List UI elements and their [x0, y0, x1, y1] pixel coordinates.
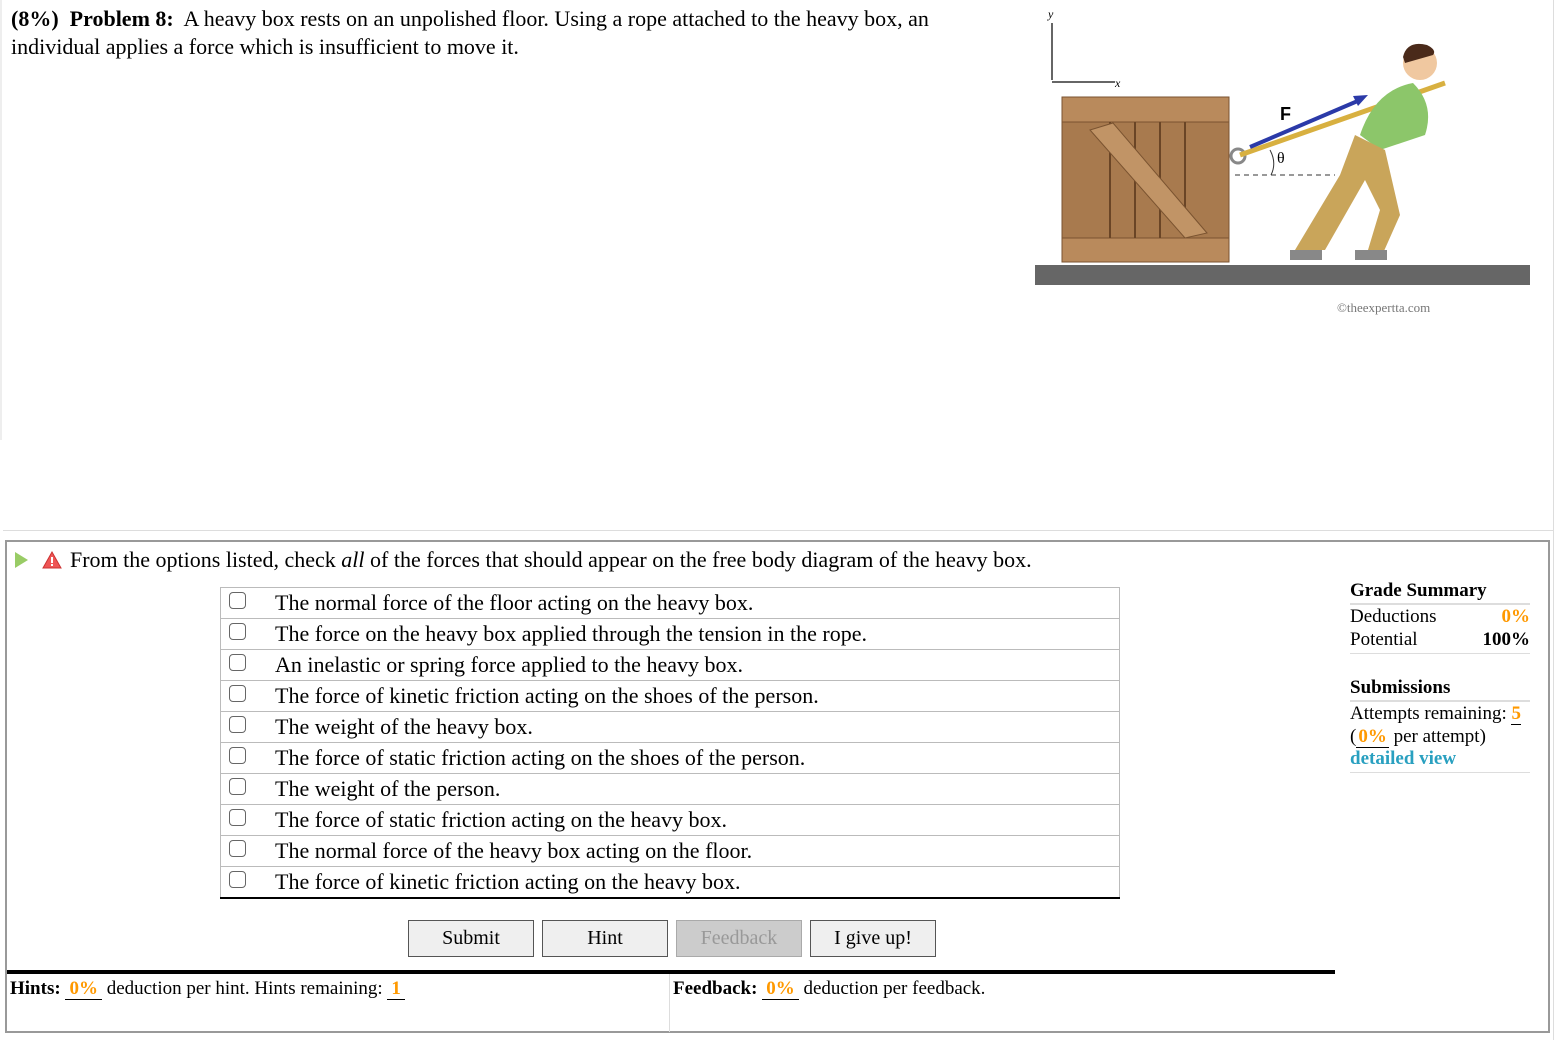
option-label[interactable]: The weight of the person.	[275, 776, 500, 801]
option-label[interactable]: The force on the heavy box applied throu…	[275, 621, 867, 646]
submit-button[interactable]: Submit	[408, 920, 534, 957]
option-label[interactable]: The force of kinetic friction acting on …	[275, 869, 741, 894]
angle-label: θ	[1277, 150, 1285, 167]
hints-info: Hints: 0% deduction per hint. Hints rema…	[7, 974, 670, 1032]
question-panel: From the options listed, check all of th…	[5, 540, 1550, 1033]
grade-summary-title: Grade Summary	[1350, 579, 1530, 605]
deductions-value: 0%	[1501, 606, 1531, 627]
option-row: The force of kinetic friction acting on …	[220, 866, 1120, 899]
attempts-label: Attempts remaining:	[1350, 703, 1507, 724]
divider	[0, 0, 2, 440]
attempts-remaining: 5	[1511, 703, 1521, 725]
wooden-crate	[1061, 96, 1230, 263]
question-text: From the options listed, check	[70, 547, 342, 572]
options-table: The normal force of the floor acting on …	[220, 587, 1120, 899]
option-row: The force of kinetic friction acting on …	[220, 680, 1120, 712]
action-buttons: Submit Hint Feedback I give up!	[408, 920, 936, 957]
option-label[interactable]: The normal force of the floor acting on …	[275, 590, 753, 615]
option-cell: The force of kinetic friction acting on …	[220, 866, 1120, 899]
angle-arc	[1269, 149, 1275, 176]
option-checkbox[interactable]	[229, 623, 246, 641]
option-row: The weight of the person.	[220, 773, 1120, 805]
hints-text: deduction per hint. Hints remaining:	[106, 978, 383, 999]
option-checkbox[interactable]	[229, 654, 246, 672]
potential-value: 100%	[1482, 629, 1531, 650]
divider	[1553, 0, 1554, 1040]
option-cell: The normal force of the heavy box acting…	[220, 835, 1120, 867]
hints-label: Hints:	[10, 978, 61, 999]
question-text-end: of the forces that should appear on the …	[364, 547, 1032, 572]
option-checkbox[interactable]	[229, 809, 246, 827]
option-cell: The force on the heavy box applied throu…	[220, 618, 1120, 650]
force-label: F	[1280, 104, 1291, 124]
option-cell: The force of static friction acting on t…	[220, 742, 1120, 774]
feedback-deduction: 0%	[762, 978, 799, 1000]
option-checkbox[interactable]	[229, 592, 246, 610]
option-row: The normal force of the floor acting on …	[220, 587, 1120, 619]
per-attempt-text: per attempt)	[1393, 726, 1486, 747]
option-checkbox[interactable]	[229, 840, 246, 858]
option-cell: The normal force of the floor acting on …	[220, 587, 1120, 619]
hint-deduction: 0%	[65, 978, 102, 1000]
warning-icon	[42, 551, 62, 569]
option-label[interactable]: The force of kinetic friction acting on …	[275, 683, 819, 708]
problem-figure: y x F θ ©theexpertta.com	[1035, 7, 1530, 315]
floor	[1035, 265, 1530, 285]
option-row: The force on the heavy box applied throu…	[220, 618, 1120, 650]
force-arrow	[1249, 98, 1361, 149]
option-label[interactable]: An inelastic or spring force applied to …	[275, 652, 743, 677]
option-checkbox[interactable]	[229, 716, 246, 734]
submissions-title: Submissions	[1350, 676, 1530, 702]
option-cell: The weight of the heavy box.	[220, 711, 1120, 743]
option-row: An inelastic or spring force applied to …	[220, 649, 1120, 681]
option-row: The weight of the heavy box.	[220, 711, 1120, 743]
option-label[interactable]: The weight of the heavy box.	[275, 714, 533, 739]
expand-arrow-icon[interactable]	[15, 552, 28, 568]
option-label[interactable]: The force of static friction acting on t…	[275, 807, 727, 832]
hints-remaining: 1	[387, 978, 405, 1000]
per-attempt-deduction: 0%	[1356, 726, 1389, 748]
hint-button[interactable]: Hint	[542, 920, 668, 957]
image-credit: ©theexpertta.com	[1337, 300, 1430, 315]
feedback-label: Feedback:	[673, 978, 758, 999]
arrowhead-icon	[1353, 95, 1368, 106]
give-up-button[interactable]: I give up!	[810, 920, 936, 957]
option-row: The force of static friction acting on t…	[220, 804, 1120, 836]
potential-label: Potential	[1350, 629, 1418, 650]
axis-x-label: x	[1114, 76, 1121, 90]
axes: y x	[1047, 7, 1121, 90]
option-checkbox[interactable]	[229, 778, 246, 796]
divider	[3, 530, 1553, 531]
option-cell: The force of static friction acting on t…	[220, 804, 1120, 836]
problem-weight: (8%)	[11, 6, 59, 31]
option-checkbox[interactable]	[229, 871, 246, 889]
person-pulling	[1290, 43, 1437, 260]
option-checkbox[interactable]	[229, 685, 246, 703]
problem-statement: (8%) Problem 8: A heavy box rests on an …	[11, 5, 1011, 61]
problem-label: Problem 8:	[69, 6, 174, 31]
option-cell: The weight of the person.	[220, 773, 1120, 805]
option-cell: An inelastic or spring force applied to …	[220, 649, 1120, 681]
hints-feedback-bar: Hints: 0% deduction per hint. Hints rema…	[7, 970, 1335, 1032]
feedback-info: Feedback: 0% deduction per feedback.	[670, 974, 988, 1032]
feedback-text: deduction per feedback.	[803, 978, 986, 999]
axis-y-label: y	[1047, 7, 1054, 21]
option-label[interactable]: The force of static friction acting on t…	[275, 745, 805, 770]
question-prompt: From the options listed, check all of th…	[15, 547, 1032, 573]
grade-sidebar: Grade Summary Deductions 0% Potential 100%…	[1350, 579, 1530, 773]
option-label[interactable]: The normal force of the heavy box acting…	[275, 838, 752, 863]
feedback-button: Feedback	[676, 920, 802, 957]
option-row: The normal force of the heavy box acting…	[220, 835, 1120, 867]
deductions-label: Deductions	[1350, 606, 1437, 627]
option-cell: The force of kinetic friction acting on …	[220, 680, 1120, 712]
option-checkbox[interactable]	[229, 747, 246, 765]
detailed-view-link[interactable]: detailed view	[1350, 748, 1456, 769]
option-row: The force of static friction acting on t…	[220, 742, 1120, 774]
question-emphasis: all	[341, 547, 365, 572]
